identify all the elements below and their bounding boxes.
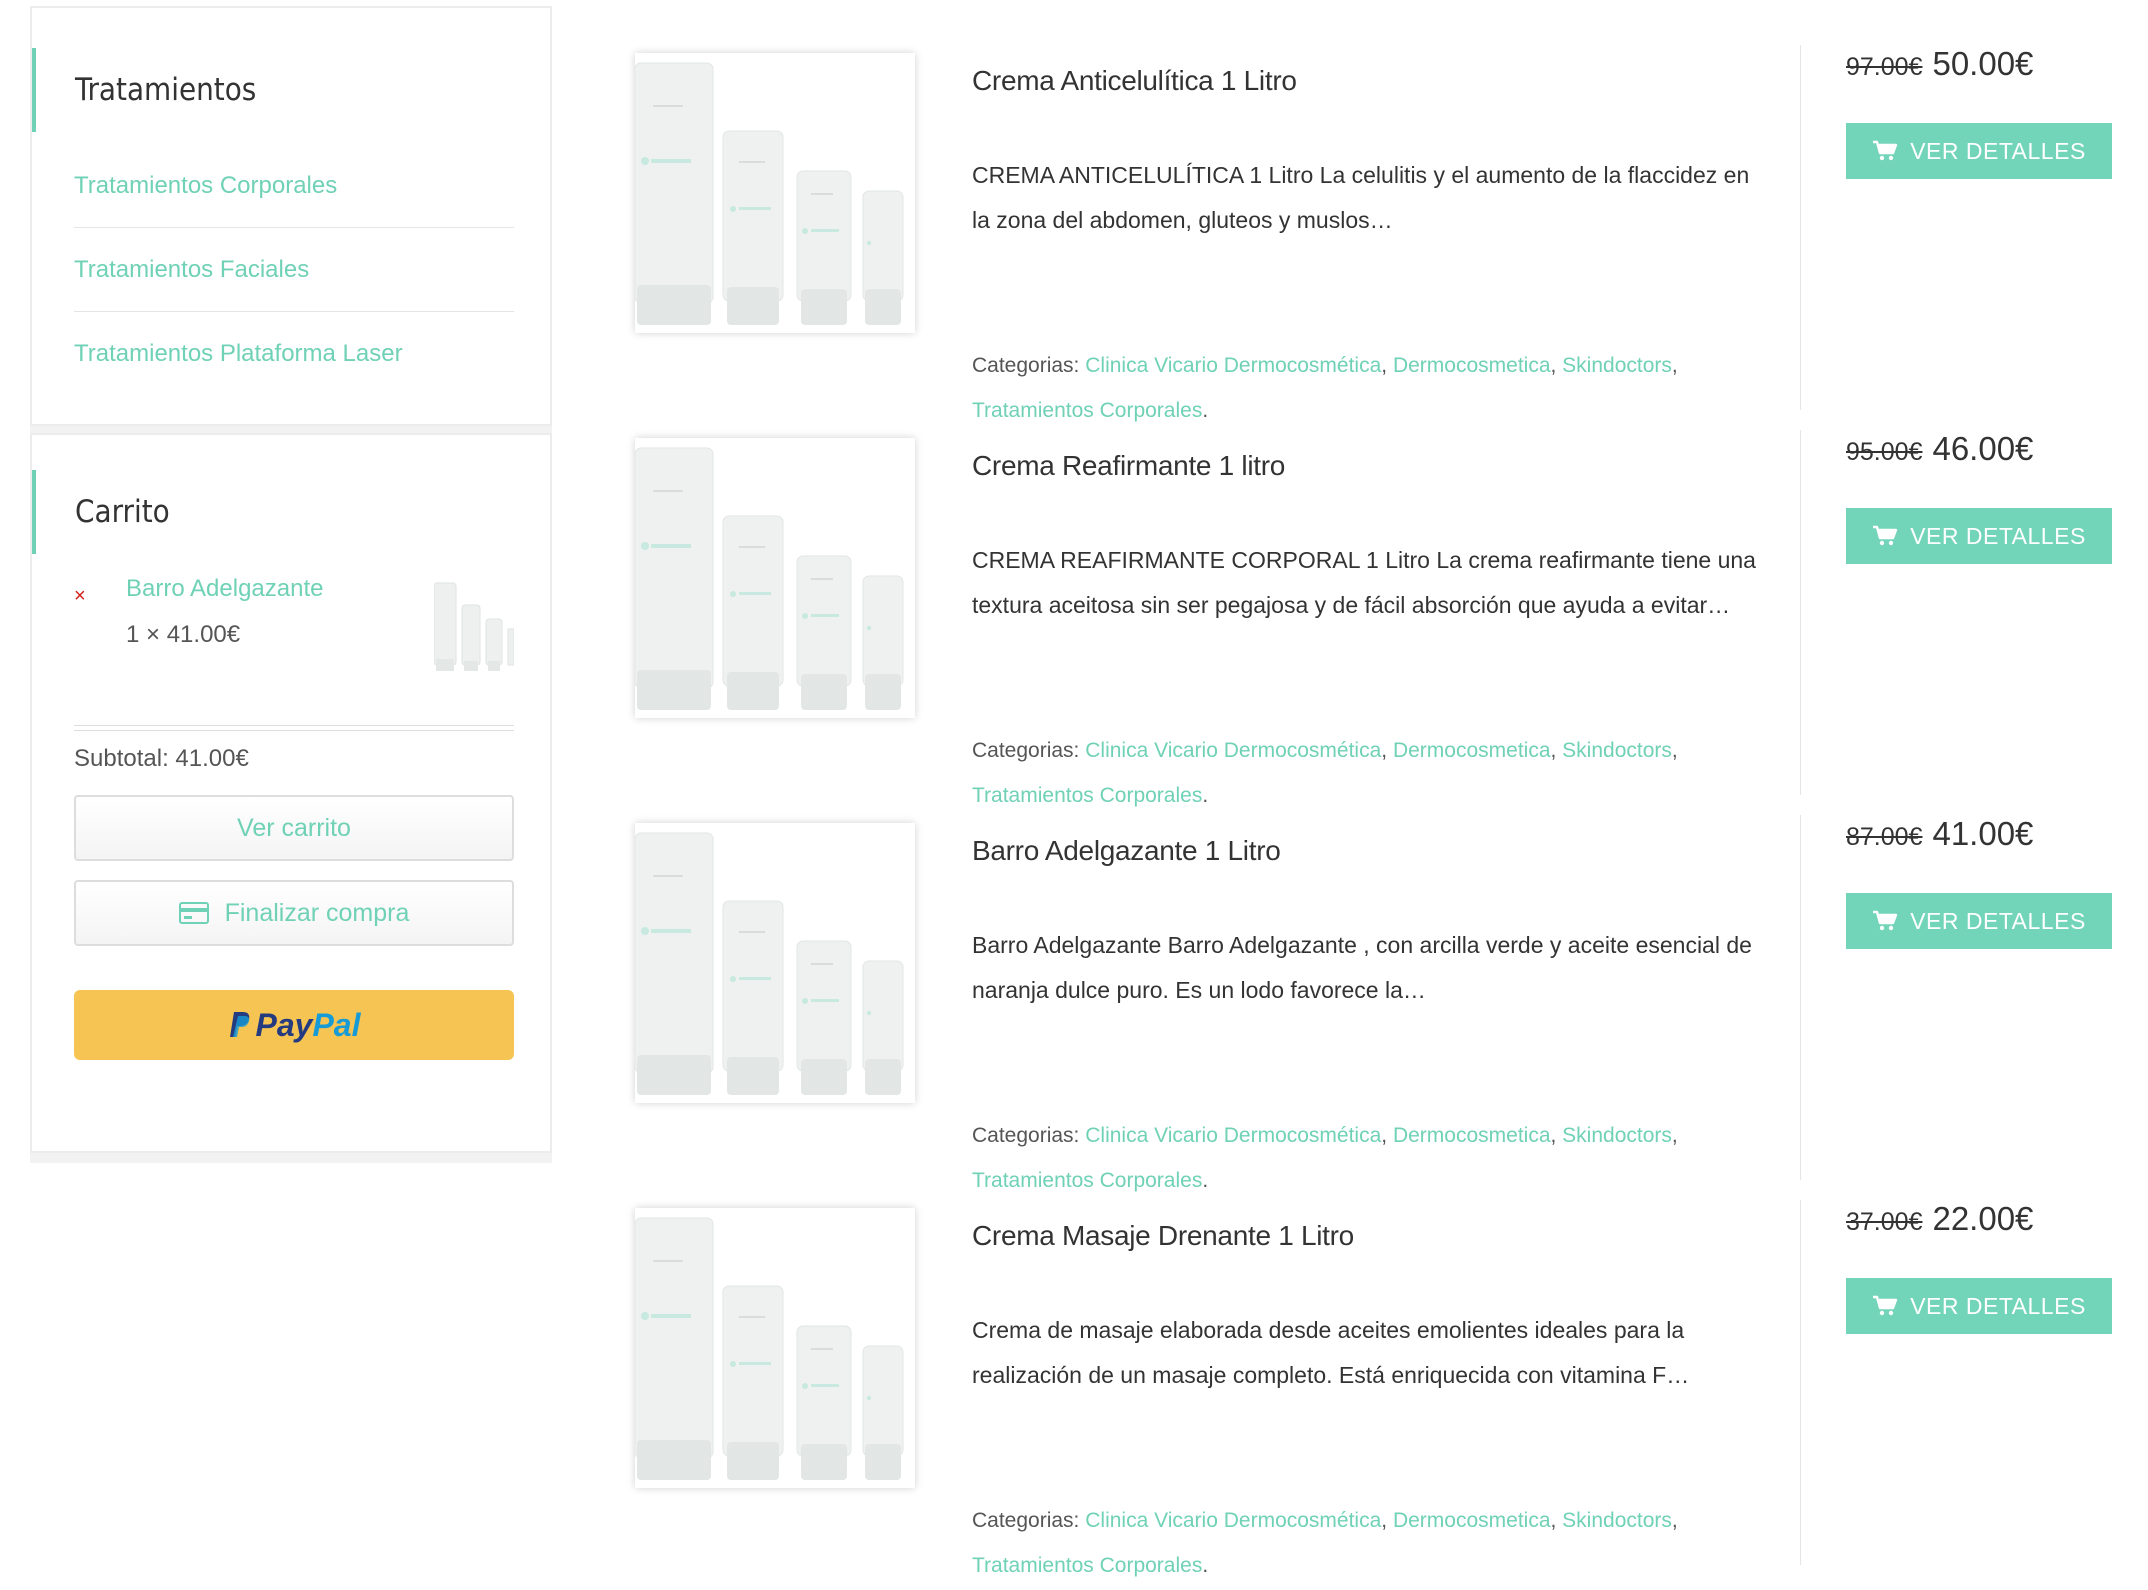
product-category-link[interactable]: Tratamientos Corporales <box>972 784 1202 807</box>
product-tubes-image <box>635 1208 915 1488</box>
product-category-link[interactable]: Skindoctors <box>1562 1509 1672 1532</box>
cart-item: × Barro Adelgazante 1 × 41.00€ <box>74 575 514 695</box>
categories-label: Categorias: <box>972 1124 1080 1147</box>
view-cart-button[interactable]: Ver carrito <box>74 795 514 861</box>
product-category-link[interactable]: Dermocosmetica <box>1393 739 1551 762</box>
cart-widget-title: Carrito <box>32 470 170 554</box>
checkout-button[interactable]: Finalizar compra <box>74 880 514 946</box>
product-category-link[interactable]: Clinica Vicario Dermocosmética <box>1085 354 1381 377</box>
sale-price: 41.00€ <box>1932 815 2034 852</box>
product-category-link[interactable]: Tratamientos Corporales <box>972 1554 1202 1577</box>
product-row: Crema Reafirmante 1 litro CREMA REAFIRMA… <box>630 430 2130 820</box>
cart-item-name[interactable]: Barro Adelgazante <box>126 575 323 603</box>
view-details-button[interactable]: VER DETALLES <box>1846 1278 2112 1334</box>
cart-divider <box>74 725 514 731</box>
subtotal-value: 41.00€ <box>175 745 249 772</box>
paypal-text-pay: Pay <box>255 1006 313 1043</box>
old-price: 37.00€ <box>1846 1208 1923 1236</box>
subtotal-label: Subtotal: <box>74 745 169 772</box>
product-row: Barro Adelgazante 1 Litro Barro Adelgaza… <box>630 815 2130 1205</box>
category-link-corporales[interactable]: Tratamientos Corporales <box>74 144 514 228</box>
product-category-link[interactable]: Tratamientos Corporales <box>972 399 1202 422</box>
view-details-label: VER DETALLES <box>1910 1292 2086 1319</box>
categories-label: Categorias: <box>972 354 1080 377</box>
product-divider <box>1800 430 1801 795</box>
product-image[interactable] <box>635 1208 915 1488</box>
product-categories: Categorias: Clinica Vicario Dermocosméti… <box>972 1124 1678 1192</box>
categories-label: Categorias: <box>972 1509 1080 1532</box>
product-description: CREMA REAFIRMANTE CORPORAL 1 Litro La cr… <box>972 547 1756 618</box>
treatments-widget: Tratamientos Tratamientos Corporales Tra… <box>30 6 552 426</box>
treatments-widget-title: Tratamientos <box>32 48 256 132</box>
product-tubes-image <box>635 438 915 718</box>
cart-icon <box>1873 1295 1898 1316</box>
sale-price: 46.00€ <box>1932 430 2034 467</box>
product-divider <box>1800 815 1801 1180</box>
cart-icon <box>1873 910 1898 931</box>
product-divider <box>1800 45 1801 410</box>
product-row: Crema Anticelulítica 1 Litro CREMA ANTIC… <box>630 45 2130 435</box>
product-categories: Categorias: Clinica Vicario Dermocosméti… <box>972 354 1678 422</box>
sale-price: 50.00€ <box>1932 45 2034 82</box>
old-price: 97.00€ <box>1846 53 1923 81</box>
sale-price: 22.00€ <box>1932 1200 2034 1237</box>
product-description: CREMA ANTICELULÍTICA 1 Litro La celuliti… <box>972 162 1750 233</box>
product-image[interactable] <box>635 53 915 333</box>
paypal-text-pal: Pal <box>312 1006 361 1043</box>
product-title[interactable]: Crema Reafirmante 1 litro <box>972 450 1285 482</box>
treatments-list: Tratamientos Corporales Tratamientos Fac… <box>74 144 514 396</box>
product-description: Crema de masaje elaborada desde aceites … <box>972 1317 1690 1388</box>
old-price: 87.00€ <box>1846 823 1923 851</box>
product-category-link[interactable]: Skindoctors <box>1562 1124 1672 1147</box>
product-price: 37.00€ 22.00€ <box>1846 1200 2033 1238</box>
product-category-link[interactable]: Clinica Vicario Dermocosmética <box>1085 1509 1381 1532</box>
product-categories: Categorias: Clinica Vicario Dermocosméti… <box>972 1509 1678 1577</box>
categories-label: Categorias: <box>972 739 1080 762</box>
view-details-label: VER DETALLES <box>1910 522 2086 549</box>
product-category-link[interactable]: Dermocosmetica <box>1393 1124 1551 1147</box>
product-category-link[interactable]: Dermocosmetica <box>1393 1509 1551 1532</box>
product-divider <box>1800 1200 1801 1565</box>
view-details-label: VER DETALLES <box>1910 907 2086 934</box>
product-title[interactable]: Barro Adelgazante 1 Litro <box>972 835 1281 867</box>
product-title[interactable]: Crema Anticelulítica 1 Litro <box>972 65 1297 97</box>
product-price: 97.00€ 50.00€ <box>1846 45 2033 83</box>
product-category-link[interactable]: Dermocosmetica <box>1393 354 1551 377</box>
cart-item-quantity: 1 × 41.00€ <box>126 621 241 648</box>
view-details-button[interactable]: VER DETALLES <box>1846 893 2112 949</box>
remove-icon[interactable]: × <box>74 585 86 608</box>
old-price: 95.00€ <box>1846 438 1923 466</box>
product-row: Crema Masaje Drenante 1 Litro Crema de m… <box>630 1200 2130 1590</box>
product-category-link[interactable]: Clinica Vicario Dermocosmética <box>1085 739 1381 762</box>
product-tubes-image <box>635 823 915 1103</box>
product-title[interactable]: Crema Masaje Drenante 1 Litro <box>972 1220 1354 1252</box>
view-details-label: VER DETALLES <box>1910 137 2086 164</box>
cart-icon <box>1873 525 1898 546</box>
category-link-faciales[interactable]: Tratamientos Faciales <box>74 228 514 312</box>
product-categories: Categorias: Clinica Vicario Dermocosméti… <box>972 739 1678 807</box>
product-image[interactable] <box>635 438 915 718</box>
checkout-label: Finalizar compra <box>224 898 410 927</box>
view-details-button[interactable]: VER DETALLES <box>1846 508 2112 564</box>
paypal-logo-icon <box>229 1012 249 1037</box>
view-details-button[interactable]: VER DETALLES <box>1846 123 2112 179</box>
product-price: 95.00€ 46.00€ <box>1846 430 2033 468</box>
product-category-link[interactable]: Skindoctors <box>1562 739 1672 762</box>
cart-widget: Carrito × Barro Adelgazante 1 × 41.00€ S… <box>30 433 552 1153</box>
category-link-plataforma-laser[interactable]: Tratamientos Plataforma Laser <box>74 312 514 396</box>
product-category-link[interactable]: Skindoctors <box>1562 354 1672 377</box>
product-tubes-image <box>635 53 915 333</box>
product-image[interactable] <box>635 823 915 1103</box>
product-category-link[interactable]: Tratamientos Corporales <box>972 1169 1202 1192</box>
cart-item-thumbnail[interactable] <box>434 575 514 675</box>
product-price: 87.00€ 41.00€ <box>1846 815 2033 853</box>
credit-card-icon <box>178 902 209 924</box>
product-category-link[interactable]: Clinica Vicario Dermocosmética <box>1085 1124 1381 1147</box>
product-description: Barro Adelgazante Barro Adelgazante , co… <box>972 932 1752 1003</box>
cart-icon <box>1873 140 1898 161</box>
view-cart-label: Ver carrito <box>237 813 351 842</box>
cart-subtotal: Subtotal: 41.00€ <box>74 745 249 773</box>
paypal-button[interactable]: Pay Pal <box>74 990 514 1060</box>
